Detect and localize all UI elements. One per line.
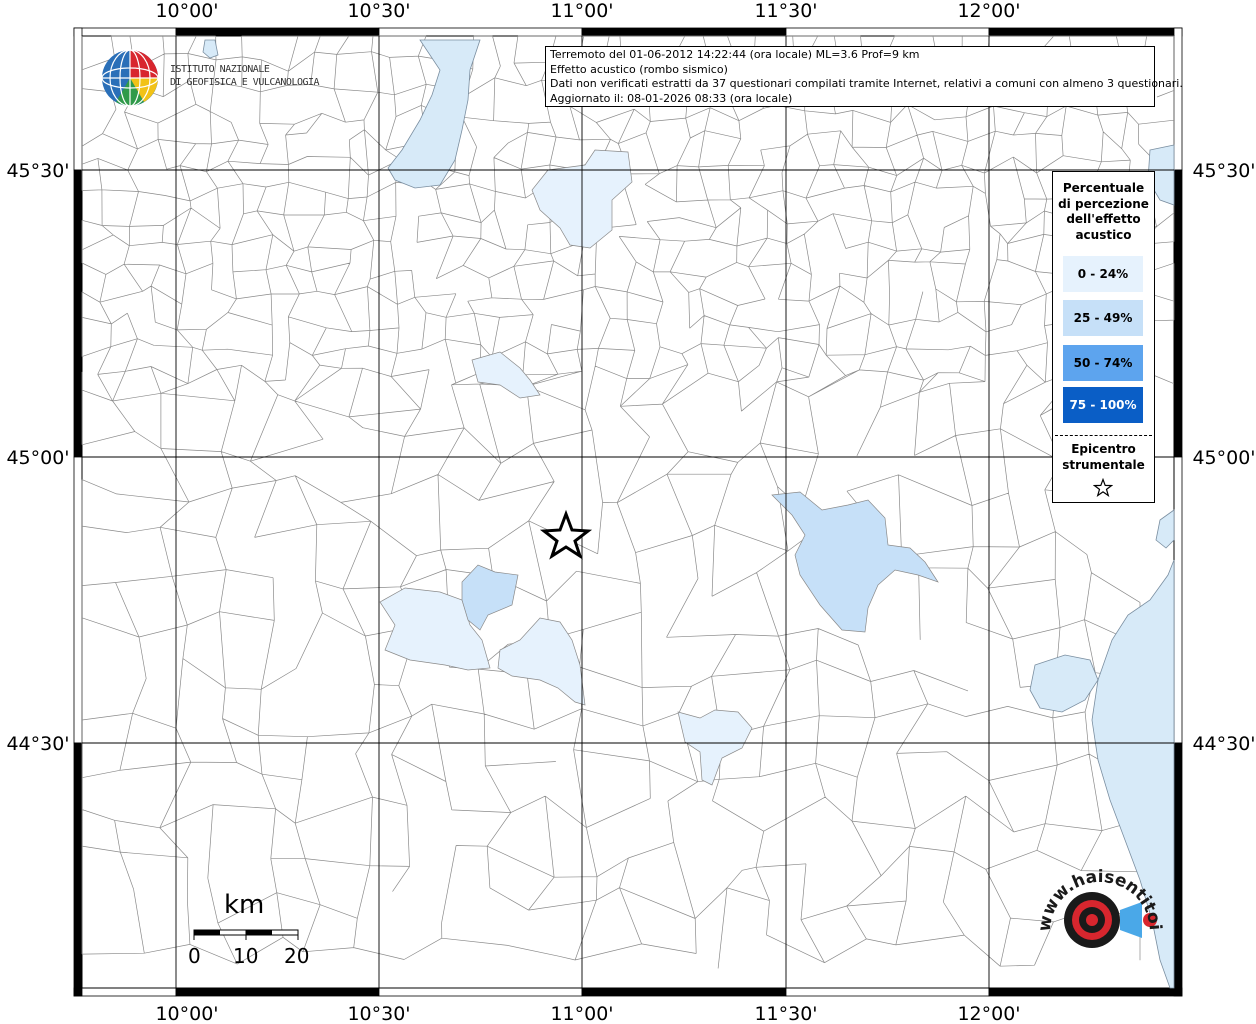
legend-title-line3: dell'effetto xyxy=(1066,212,1141,226)
legend-class-75-100: 75 - 100% xyxy=(1063,387,1143,423)
lat-label-left-3: 44°30' xyxy=(6,733,69,755)
lon-label-top-1: 10°00' xyxy=(155,0,218,22)
lat-label-left-2: 45°00' xyxy=(6,447,69,469)
lon-label-bottom-3: 11°00' xyxy=(550,1003,613,1024)
lon-label-top-2: 10°30' xyxy=(347,0,410,22)
lon-label-top-4: 11°30' xyxy=(754,0,817,22)
legend-class-25-49: 25 - 49% xyxy=(1063,300,1143,336)
legend-separator xyxy=(1055,435,1152,436)
lon-label-top-3: 11°00' xyxy=(550,0,613,22)
event-title: Terremoto del 01-06-2012 14:22:44 (ora l… xyxy=(550,48,920,61)
legend-epicenter-line2: strumentale xyxy=(1062,458,1145,472)
lon-label-top-5: 12°00' xyxy=(957,0,1020,22)
scale-tick-10: 10 xyxy=(233,944,259,968)
lon-label-bottom-4: 11°30' xyxy=(754,1003,817,1024)
lat-label-right-2: 45°00' xyxy=(1192,447,1255,469)
ingv-name-line1: ISTITUTO NAZIONALE xyxy=(170,64,270,75)
event-info-box: Terremoto del 01-06-2012 14:22:44 (ora l… xyxy=(545,46,1183,107)
scale-tick-20: 20 xyxy=(284,944,310,968)
lon-label-bottom-5: 12°00' xyxy=(957,1003,1020,1024)
lat-label-right-3: 44°30' xyxy=(1192,733,1255,755)
ingv-globe-icon xyxy=(101,49,159,107)
event-updated: Aggiornato il: 08-01-2026 08:33 (ora loc… xyxy=(550,91,793,105)
ingv-name-line2: DI GEOFISICA E VULCANOLOGIA xyxy=(170,77,320,88)
legend-class-50-74: 50 - 74% xyxy=(1063,345,1143,381)
lat-label-left-1: 45°30' xyxy=(6,160,69,182)
legend-title-line1: Percentuale xyxy=(1062,181,1145,195)
legend-epicenter-title: Epicentro strumentale xyxy=(1053,441,1154,473)
scale-bar: km 0 10 20 xyxy=(186,890,316,980)
lon-label-bottom-1: 10°00' xyxy=(155,1003,218,1024)
event-data-note: Dati non verificati estratti da 37 quest… xyxy=(550,77,1183,90)
event-effect: Effetto acustico (rombo sismico) xyxy=(550,62,728,76)
haisentito-logo: www.haisentitoilterremoto.it xyxy=(1030,862,1165,948)
ingv-name: ISTITUTO NAZIONALE DI GEOFISICA E VULCAN… xyxy=(170,63,320,89)
legend-title-line4: acustico xyxy=(1075,227,1132,242)
legend-title-line2: di percezione xyxy=(1058,196,1149,211)
scale-unit: km xyxy=(224,890,265,920)
legend: Percentuale di percezione dell'effetto a… xyxy=(1052,171,1155,503)
legend-class-0-24: 0 - 24% xyxy=(1063,256,1143,292)
scale-tick-0: 0 xyxy=(188,944,201,968)
legend-star-icon xyxy=(1093,478,1113,497)
legend-title: Percentuale di percezione dell'effetto a… xyxy=(1053,181,1154,243)
lat-label-right-1: 45°30' xyxy=(1192,160,1255,182)
lon-label-bottom-2: 10°30' xyxy=(347,1003,410,1024)
legend-epicenter-line1: Epicentro xyxy=(1071,442,1136,456)
